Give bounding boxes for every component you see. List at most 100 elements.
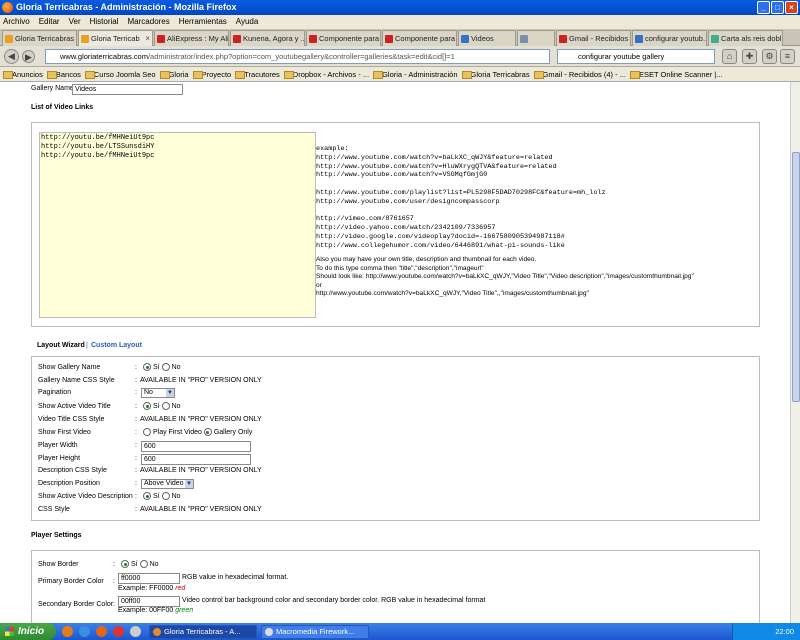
menu-herramientas[interactable]: Herramientas	[179, 15, 227, 29]
player-height-input[interactable]: 600	[141, 454, 251, 465]
radio-si[interactable]	[121, 560, 129, 568]
search-input[interactable]: configurar youtube gallery	[557, 49, 715, 64]
list-heading: List of Video Links	[31, 104, 94, 111]
joomla-icon	[5, 35, 13, 43]
chevron-down-icon: ▼	[185, 480, 193, 488]
menu-marcadores[interactable]: Marcadores	[128, 15, 170, 29]
scrollbar-thumb[interactable]	[792, 152, 800, 402]
primary-border-color-input[interactable]: ff0000	[118, 573, 180, 584]
radio-play-first[interactable]	[143, 428, 151, 436]
opera-icon[interactable]	[113, 626, 124, 637]
browser-tab-active[interactable]: Gloria Terricab ×	[78, 30, 153, 46]
minimize-button[interactable]: _	[757, 1, 770, 14]
browser-tab[interactable]: Gloria Terricabras	[2, 30, 77, 46]
close-tab-icon[interactable]: ×	[145, 31, 150, 46]
windows-taskbar: Inicio Gloria Terricabras - A... Macrome…	[0, 623, 800, 640]
forward-icon[interactable]: ▶	[22, 50, 35, 63]
home-icon[interactable]: ⌂	[722, 49, 737, 64]
radio-no[interactable]	[161, 402, 170, 410]
secondary-border-color-input[interactable]: 00ff00	[118, 596, 180, 607]
taskbar-item-firefox[interactable]: Gloria Terricabras - A...	[149, 624, 257, 639]
player-width-input[interactable]: 600	[141, 441, 251, 452]
browser-tab[interactable]: Componente para ...	[306, 30, 381, 46]
gallery-name-input[interactable]: Videos	[72, 84, 183, 95]
chrome-icon[interactable]	[62, 626, 73, 637]
menu-icon[interactable]: ≡	[780, 49, 795, 64]
label-show-gallery-name: Show Gallery Name	[38, 364, 101, 371]
bookmark-item[interactable]: Proyecto	[192, 67, 231, 81]
bookmark-item[interactable]: Anuncios	[3, 67, 43, 81]
tab-layout-wizard[interactable]: Layout Wizard	[37, 342, 85, 349]
pagination-select[interactable]: No ▼	[141, 388, 175, 398]
radio-si[interactable]	[143, 363, 151, 371]
radio-no[interactable]	[161, 363, 170, 371]
bookmark-item[interactable]: Curso Joomla Seo	[84, 67, 156, 81]
fireworks-icon	[265, 627, 273, 636]
browser-tab[interactable]: Videos	[458, 30, 516, 46]
page-icon	[520, 35, 528, 43]
browser-tab[interactable]: Componente para ...	[382, 30, 457, 46]
page-icon	[385, 35, 393, 43]
pro-only-text: AVAILABLE IN "PRO" VERSION ONLY	[140, 467, 262, 474]
browser-tab[interactable]	[517, 30, 555, 46]
tab-custom-layout[interactable]: Custom Layout	[91, 342, 142, 349]
clock: 22:00	[775, 627, 794, 636]
radio-gallery-only[interactable]	[203, 428, 212, 436]
label-player-height: Player Height	[38, 455, 81, 462]
label-css-style: CSS Style	[38, 506, 70, 513]
bookmark-item[interactable]: Bancos	[46, 67, 81, 81]
page-icon	[309, 35, 317, 43]
page-icon	[461, 35, 469, 43]
bookmark-item[interactable]: Gmail - Recibidos (4) - ...	[533, 67, 626, 81]
address-bar[interactable]: www.gloriaterricabras.com/administrator/…	[45, 49, 550, 64]
bookmark-item[interactable]: ESET Online Scanner |...	[629, 67, 722, 81]
gmail-icon	[559, 35, 567, 43]
browser-tab[interactable]: Kunena, Agora y ...	[230, 30, 305, 46]
bookmark-item[interactable]: Tracutores	[235, 67, 280, 81]
bookmark-item[interactable]: Gloria Terricabras	[461, 67, 530, 81]
radio-no[interactable]	[139, 560, 148, 568]
radio-no[interactable]	[161, 492, 170, 500]
back-icon[interactable]: ◀	[4, 49, 19, 64]
menu-archivo[interactable]: Archivo	[3, 15, 30, 29]
addon-icon[interactable]: ✚	[742, 49, 757, 64]
firefox-icon[interactable]	[96, 626, 107, 637]
pro-only-text: AVAILABLE IN "PRO" VERSION ONLY	[140, 377, 262, 384]
browser-tab[interactable]: Gmail - Recibidos - ...	[556, 30, 631, 46]
example-instructions: Also you may have your own title, descri…	[316, 256, 694, 297]
browser-tab[interactable]: AliExpress : My Ali...	[154, 30, 229, 46]
menu-ver[interactable]: Ver	[69, 15, 81, 29]
page-icon	[711, 35, 719, 43]
app-icon[interactable]	[130, 626, 141, 637]
menu-editar[interactable]: Editar	[39, 15, 60, 29]
menu-historial[interactable]: Historial	[90, 15, 119, 29]
label-gallery-name-css: Gallery Name CSS Style	[38, 377, 115, 384]
label-secondary-border-color: Secondary Border Color	[38, 601, 114, 608]
video-links-textarea[interactable]: http://youtu.be/fMHNeiUt9pc http://youtu…	[39, 132, 316, 318]
pro-only-text: AVAILABLE IN "PRO" VERSION ONLY	[140, 506, 262, 513]
bookmark-item[interactable]: Dropbox - Archivos - ...	[283, 67, 369, 81]
secondary-hint: Video control bar background color and s…	[182, 597, 486, 604]
bookmark-item[interactable]: Gloria	[159, 67, 189, 81]
primary-example: Example: FF0000 red	[118, 585, 186, 592]
browser-tab[interactable]: Carta als reis dobl...	[708, 30, 783, 46]
maximize-button[interactable]: □	[771, 1, 784, 14]
radio-group-show-active-title: Sí No	[143, 402, 181, 410]
browser-tab[interactable]: configurar youtub...	[632, 30, 707, 46]
vertical-scrollbar[interactable]	[790, 82, 800, 623]
radio-si[interactable]	[143, 402, 151, 410]
settings-icon[interactable]: ⚙	[762, 49, 777, 64]
label-pagination: Pagination	[38, 389, 72, 396]
bookmark-item[interactable]: Gloria - Administración	[373, 67, 458, 81]
firefox-icon	[153, 627, 161, 636]
aliexpress-icon	[157, 35, 165, 43]
window-titlebar: Gloria Terricabras - Administración - Mo…	[0, 0, 800, 15]
ie-icon[interactable]	[79, 626, 90, 637]
radio-si[interactable]	[143, 492, 151, 500]
menu-ayuda[interactable]: Ayuda	[236, 15, 259, 29]
start-button[interactable]: Inicio	[0, 623, 56, 640]
close-button[interactable]: ×	[785, 1, 798, 14]
taskbar-item-fireworks[interactable]: Macromedia Firework...	[261, 624, 369, 639]
label-description-css: Description CSS Style	[38, 467, 107, 474]
description-position-select[interactable]: Above Video ▼	[141, 479, 194, 489]
